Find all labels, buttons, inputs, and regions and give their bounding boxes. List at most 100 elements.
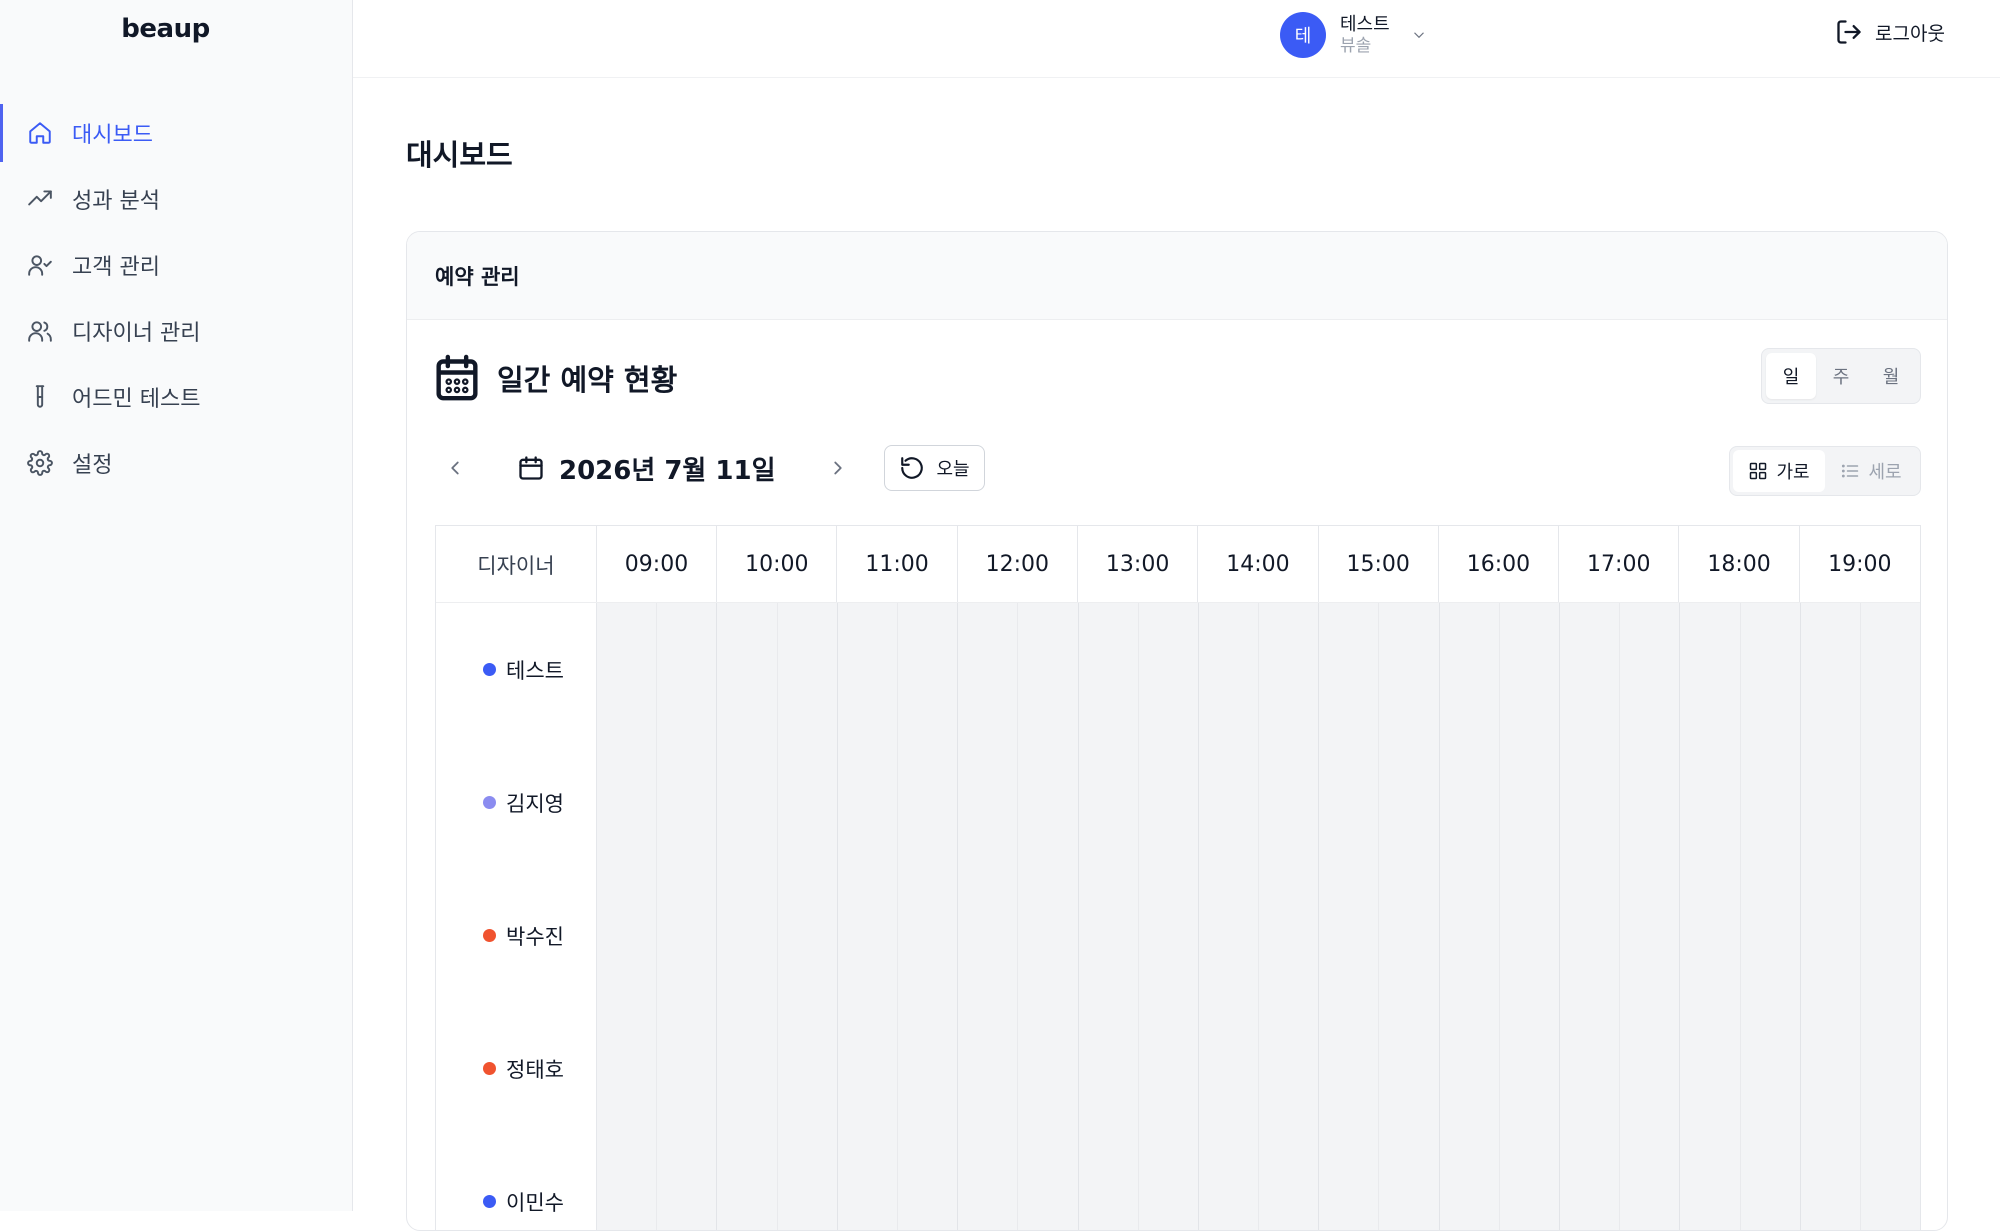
time-slot[interactable] [1079,603,1139,1230]
trending-up-icon [26,185,54,213]
layout-toggle: 가로 세로 [1729,446,1921,496]
time-slot[interactable] [1861,603,1920,1230]
horizontal-layout-label: 가로 [1776,462,1810,483]
time-slot[interactable] [1560,603,1621,1230]
designer-name: 김지영 [506,791,564,816]
sidebar-item-settings[interactable]: 설정 [0,430,352,496]
time-slot[interactable] [1139,603,1199,1230]
hour-header: 10:00 [717,526,838,602]
schedule-header: 디자이너 09:00 10:00 11:00 12:00 13:00 14:00… [436,526,1920,603]
users-icon [26,317,54,345]
designer-column-header: 디자이너 [436,526,597,602]
hour-header: 13:00 [1078,526,1199,602]
logout-button[interactable]: 로그아웃 [1835,14,1945,50]
sidebar-item-label: 디자이너 관리 [72,321,201,346]
sidebar-nav: 대시보드 성과 분석 고객 관리 디자이너 관리 어드민 테스트 설정 [0,100,352,496]
vertical-layout-button[interactable]: 세로 [1825,450,1917,492]
time-slot[interactable] [1500,603,1560,1230]
topbar: 테 테스트 뷰솔 로그아웃 [353,0,2000,78]
designer-color-dot [483,1195,496,1208]
hour-header: 16:00 [1439,526,1560,602]
logout-icon [1837,20,1861,44]
time-slot[interactable] [898,603,959,1230]
sidebar-item-dashboard[interactable]: 대시보드 [0,100,352,166]
sidebar-item-label: 고객 관리 [72,255,160,280]
prev-day-button[interactable] [435,448,475,488]
time-slot[interactable] [838,603,898,1230]
time-slot[interactable] [597,603,658,1230]
user-org: 뷰솔 [1340,35,1372,56]
hour-header: 12:00 [958,526,1078,602]
time-slot[interactable] [1199,603,1260,1230]
logout-label: 로그아웃 [1875,22,1945,45]
time-slot[interactable] [1379,603,1440,1230]
section-title-text: 일간 예약 현황 [497,363,678,397]
time-slot[interactable] [1741,603,1801,1230]
sidebar-item-label: 어드민 테스트 [72,387,201,412]
today-label: 오늘 [936,459,970,480]
chevron-right-icon [833,461,842,475]
designer-color-dot [483,1062,496,1075]
sidebar: beaup 대시보드 성과 분석 고객 관리 디자이너 관리 어드민 테스트 설… [0,0,353,1211]
time-slot[interactable] [958,603,1019,1230]
user-info: 테스트 뷰솔 [1340,14,1390,56]
sidebar-item-label: 성과 분석 [72,189,160,214]
sidebar-item-label: 설정 [72,453,113,478]
designer-row[interactable]: 박수진 [436,869,596,1002]
time-slot[interactable] [1319,603,1380,1230]
designer-color-dot [483,796,496,809]
time-slot[interactable] [1259,603,1320,1230]
hour-header: 15:00 [1319,526,1439,602]
hour-header: 09:00 [597,526,718,602]
time-slot[interactable] [1680,603,1741,1230]
designer-row[interactable]: 이민수 [436,1135,596,1230]
hour-header: 19:00 [1828,551,1892,577]
card-title: 예약 관리 [435,264,520,289]
list-icon [1842,464,1859,478]
user-menu[interactable]: 테 테스트 뷰솔 [1280,8,1428,62]
designer-row[interactable]: 테스트 [436,603,596,736]
app-logo[interactable]: beaup [0,14,331,44]
time-slot[interactable] [717,603,778,1230]
sidebar-item-admin-test[interactable]: 어드민 테스트 [0,364,352,430]
avatar: 테 [1280,12,1326,58]
sidebar-item-performance[interactable]: 성과 분석 [0,166,352,232]
period-tabs: 일 주 월 [1761,348,1921,404]
sidebar-item-customers[interactable]: 고객 관리 [0,232,352,298]
designer-row[interactable]: 김지영 [436,736,596,869]
home-icon [26,119,54,147]
designer-row[interactable]: 정태호 [436,1002,596,1135]
user-check-icon [26,251,54,279]
schedule-body: 테스트 김지영 박수진 정태호 이민수 [436,603,1920,1230]
next-day-button[interactable] [818,448,858,488]
grid-icon [1750,462,1767,480]
designer-name: 박수진 [506,924,564,949]
time-slot[interactable] [1620,603,1681,1230]
sidebar-item-designers[interactable]: 디자이너 관리 [0,298,352,364]
chevron-left-icon [451,461,459,475]
tab-day[interactable]: 일 [1766,353,1816,399]
time-slot[interactable] [657,603,718,1230]
time-slot[interactable] [1440,603,1500,1230]
tab-week[interactable]: 주 [1816,353,1866,399]
tab-month[interactable]: 월 [1866,353,1916,399]
hour-header: 18:00 [1679,526,1800,602]
calendar-icon [519,456,543,480]
calendar-icon [436,354,478,401]
gear-icon [26,449,54,477]
time-slot[interactable] [1801,603,1861,1230]
designer-name: 이민수 [506,1190,564,1215]
current-date: 2026년 7월 11일 [559,455,776,486]
horizontal-layout-button[interactable]: 가로 [1733,450,1825,492]
time-slot[interactable] [778,603,838,1230]
test-tube-icon [26,383,54,411]
designer-name: 테스트 [506,658,564,683]
page-title: 대시보드 [406,138,513,172]
designer-color-dot [483,929,496,942]
time-slots [597,603,1920,1230]
today-button[interactable]: 오늘 [883,445,985,491]
section-title: 일간 예약 현황 [435,354,677,402]
date-picker[interactable]: 2026년 7월 11일 [517,450,776,487]
time-slot[interactable] [1018,603,1079,1230]
hour-header: 11:00 [837,526,958,602]
